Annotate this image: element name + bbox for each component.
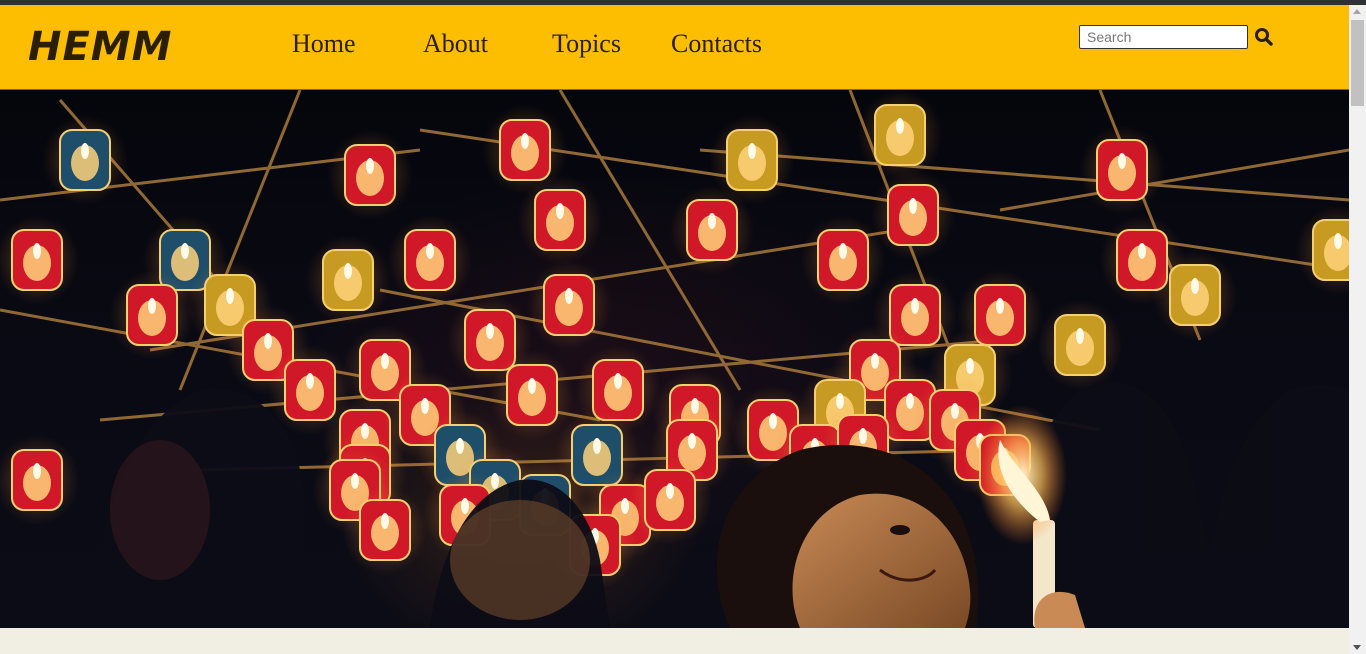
lantern	[1079, 125, 1165, 215]
lantern	[42, 115, 128, 205]
lantern	[0, 435, 80, 525]
lantern	[489, 350, 575, 440]
lantern	[1037, 300, 1123, 390]
lantern	[0, 215, 80, 305]
search-input[interactable]	[1079, 25, 1248, 49]
lantern	[1295, 205, 1349, 295]
scroll-up-arrow-icon[interactable]	[1353, 9, 1361, 14]
child-figure	[716, 444, 979, 628]
lantern	[327, 130, 413, 220]
lantern	[669, 185, 755, 275]
lantern	[387, 215, 473, 305]
navbar: HEMM Home About Topics Contacts	[0, 5, 1349, 90]
lantern	[342, 485, 428, 575]
hero-image	[0, 90, 1349, 628]
lantern	[517, 175, 603, 265]
nav-link-home[interactable]: Home	[292, 29, 356, 59]
lantern	[870, 170, 956, 260]
lantern	[857, 90, 943, 180]
lantern	[305, 235, 391, 325]
search-icon[interactable]	[1254, 27, 1274, 47]
scroll-down-arrow-icon[interactable]	[1353, 645, 1361, 650]
nav-link-contacts[interactable]: Contacts	[671, 29, 762, 59]
lantern	[1152, 250, 1238, 340]
lantern	[109, 270, 195, 360]
nav-link-topics[interactable]: Topics	[552, 29, 621, 59]
scrollbar-thumb[interactable]	[1351, 20, 1364, 106]
nav-link-about[interactable]: About	[423, 29, 488, 59]
lantern	[526, 260, 612, 350]
site-logo[interactable]: HEMM	[28, 24, 172, 70]
hero-slider	[0, 90, 1349, 628]
lantern	[627, 455, 713, 545]
